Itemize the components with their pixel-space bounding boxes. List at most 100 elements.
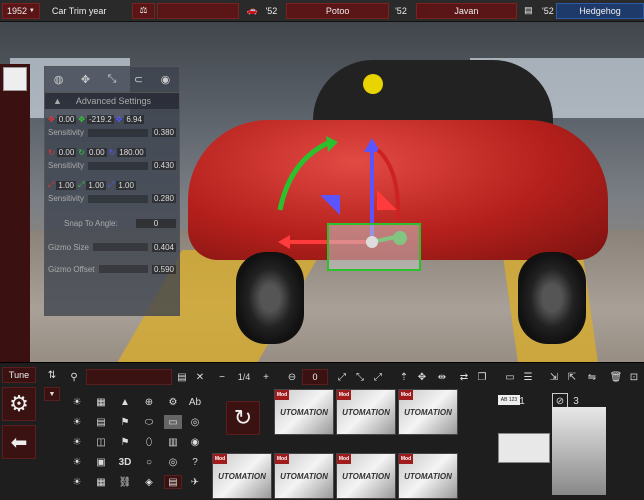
pos-y[interactable]: -219.2 (86, 114, 114, 124)
grille-icon[interactable]: ▤ (92, 415, 110, 429)
exhaust-icon[interactable]: ◉ (186, 435, 204, 449)
fixture-tile[interactable]: Mod UTOMATION (398, 453, 458, 499)
keyboard-icon[interactable]: ▤ (164, 475, 182, 489)
gear-small-icon[interactable]: ⚙ (164, 395, 182, 409)
rot-x[interactable]: 0.00 (56, 147, 77, 157)
move-icon[interactable]: ✥ (414, 369, 430, 385)
transform-gizmo[interactable] (260, 60, 440, 280)
gizmo-size-slider[interactable] (92, 243, 148, 251)
fixture-tile[interactable]: Mod UTOMATION (336, 389, 396, 435)
gizmo-size-value[interactable]: 0.404 (151, 242, 176, 252)
texture-preview-slot1[interactable] (498, 433, 550, 463)
sort-updown-icon[interactable]: ⇅ (44, 367, 60, 383)
car2-name[interactable]: Javan (415, 2, 517, 19)
advanced-settings-toggle[interactable]: ▲ Advanced Settings (45, 93, 179, 109)
light-l-icon[interactable]: ☀ (68, 455, 86, 469)
pos-sensitivity-slider[interactable] (88, 128, 148, 137)
trash-icon[interactable]: 🗑 (608, 369, 624, 385)
badge-icon[interactable]: ◈ (140, 475, 158, 489)
grille-icon[interactable]: ▦ (92, 475, 110, 489)
resize-icon[interactable]: ⤢ (370, 369, 386, 385)
grille-icon[interactable]: ▦ (92, 395, 110, 409)
bird-icon[interactable]: ✈ (186, 475, 204, 489)
rot-y[interactable]: 0.00 (86, 147, 107, 157)
resize-icon[interactable]: ⤢ (334, 369, 350, 385)
fixture-tile[interactable]: Mod UTOMATION (398, 389, 458, 435)
scale-sensitivity-slider[interactable] (88, 194, 148, 203)
flip-icon[interactable]: ⇱ (564, 369, 580, 385)
rot-sensitivity-value[interactable]: 0.430 (151, 161, 176, 170)
counter-value[interactable]: 0 (302, 369, 328, 385)
badge-icon[interactable]: ⊕ (140, 395, 158, 409)
tune-button[interactable]: Tune (2, 367, 36, 383)
chevron-down-icon[interactable]: ▼ (44, 387, 60, 401)
fixture-tile[interactable]: Mod UTOMATION (274, 389, 334, 435)
back-arrow-icon[interactable]: ⬅ (2, 425, 36, 459)
snap-angle-value[interactable]: 0 (136, 218, 176, 228)
gizmo-handle-icon[interactable] (363, 74, 383, 94)
wheel-icon[interactable]: ◎ (186, 415, 204, 429)
scale-sensitivity-value[interactable]: 0.280 (151, 194, 176, 203)
move-left-right-icon[interactable]: ⇹ (434, 369, 450, 385)
plus-icon[interactable]: + (258, 369, 274, 385)
gizmo-offset-slider[interactable] (98, 265, 148, 273)
flag-icon[interactable]: ⚑ (116, 435, 134, 449)
fixture-tile[interactable]: Mod UTOMATION (274, 453, 334, 499)
mirror-icon[interactable]: ⇋ (584, 369, 600, 385)
square-icon[interactable]: ▣ (92, 455, 110, 469)
move-up-icon[interactable]: ⇡ (396, 369, 412, 385)
globe-icon[interactable]: ◍ (54, 73, 64, 86)
3d-icon[interactable]: 3D (116, 455, 134, 469)
minus-icon[interactable]: − (214, 369, 230, 385)
pos-sensitivity-value[interactable]: 0.380 (151, 128, 176, 137)
pos-z[interactable]: 6.94 (124, 114, 144, 124)
scale-icon[interactable]: ⤡ (108, 73, 117, 86)
minus-circle-icon[interactable]: ⊖ (284, 369, 300, 385)
fixture-tile[interactable]: Mod UTOMATION (336, 453, 396, 499)
rot-sensitivity-slider[interactable] (88, 161, 148, 170)
oval-icon[interactable]: ⬯ (140, 435, 158, 449)
fixture-list[interactable] (0, 64, 30, 362)
light-icon[interactable]: ☀ (68, 395, 86, 409)
pos-x[interactable]: 0.00 (56, 114, 77, 124)
vent-icon[interactable]: ▥ (164, 435, 182, 449)
target-icon[interactable]: ◎ (164, 455, 182, 469)
eye-icon[interactable]: ◉ (161, 73, 171, 86)
flip-icon[interactable]: ⇲ (546, 369, 562, 385)
resize-icon[interactable]: ⤡ (352, 369, 368, 385)
light-icon[interactable]: ☀ (68, 475, 86, 489)
swap-icon[interactable]: ⇄ (456, 369, 472, 385)
light-icon[interactable]: ☀ (68, 415, 86, 429)
lock-icon[interactable]: ⊡ (626, 369, 642, 385)
texture-preview-slot3[interactable] (552, 407, 606, 495)
chain-icon[interactable]: ⛓ (116, 475, 134, 489)
trim-year-field[interactable] (157, 2, 240, 19)
circle-icon[interactable]: ○ (140, 455, 158, 469)
magnet-icon[interactable]: ⊂ (134, 73, 143, 86)
scale-y[interactable]: 1.00 (86, 180, 106, 190)
oval-icon[interactable]: ⬭ (140, 415, 158, 429)
help-icon[interactable]: ? (186, 455, 204, 469)
text-ab-icon[interactable]: Ab (186, 395, 204, 409)
move-icon[interactable]: ✥ (81, 73, 90, 86)
copy-icon[interactable]: ❐ (474, 369, 490, 385)
reset-rotate-icon[interactable]: ↻ (226, 401, 260, 435)
plate-icon[interactable]: ▭ (164, 415, 182, 429)
light-icon[interactable]: ☀ (68, 435, 86, 449)
close-icon[interactable]: ✕ (192, 369, 208, 385)
rot-z[interactable]: 180.00 (117, 147, 146, 157)
keyboard-icon[interactable]: ▤ (174, 369, 190, 385)
search-input[interactable] (86, 369, 172, 385)
mirror-icon[interactable]: ◫ (92, 435, 110, 449)
year-dropdown[interactable]: 1952 ▼ (2, 2, 40, 19)
scale-z[interactable]: 1.00 (116, 180, 136, 190)
scale-x[interactable]: 1.00 (56, 180, 76, 190)
car3-name[interactable]: Hedgehog (555, 2, 644, 19)
shape-icon[interactable]: ▲ (116, 395, 134, 409)
fixture-tile[interactable]: Mod UTOMATION (212, 453, 272, 499)
flag-icon[interactable]: ⚑ (116, 415, 134, 429)
document-icon[interactable]: ▭ (502, 369, 518, 385)
car1-name[interactable]: Potoo (286, 2, 390, 19)
scales-icon[interactable]: ⚖ (132, 2, 156, 19)
document-list-icon[interactable]: ☰ (520, 369, 536, 385)
